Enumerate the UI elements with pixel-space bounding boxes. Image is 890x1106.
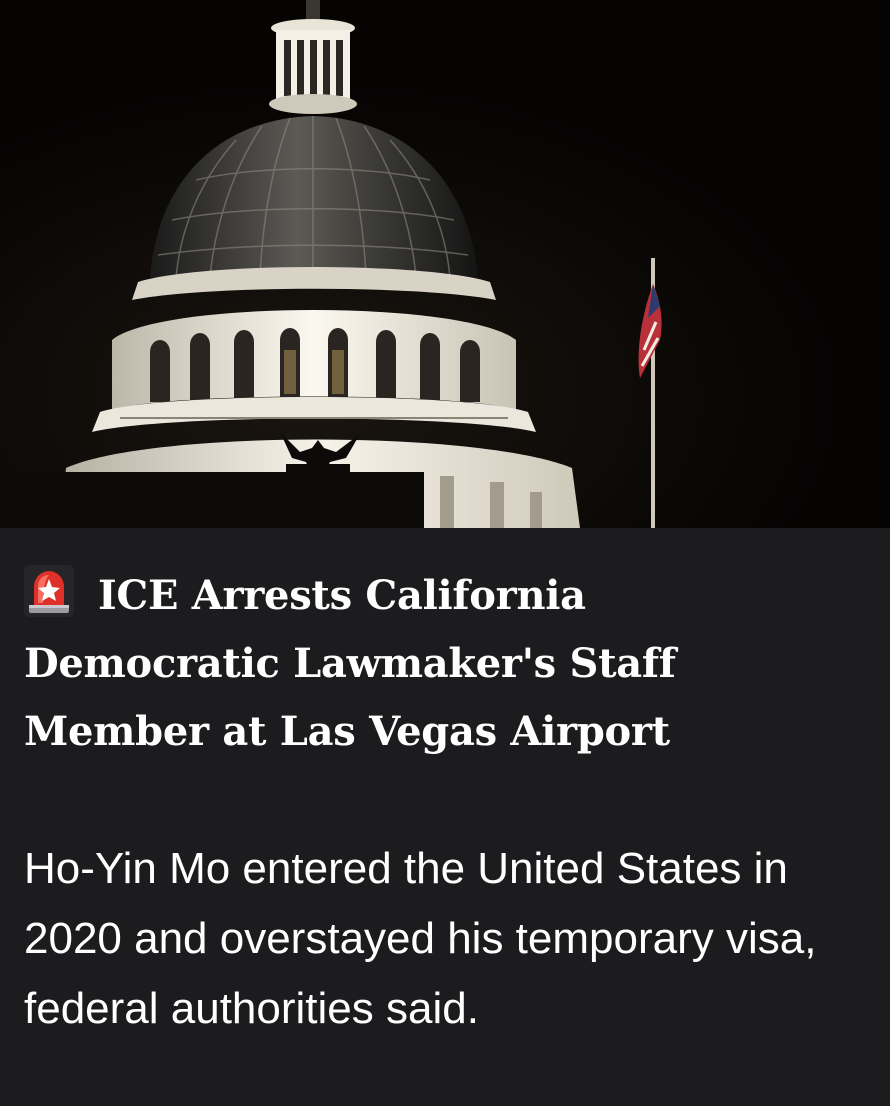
article-summary: Ho-Yin Mo entered the United States in 2… (24, 844, 817, 1033)
capitol-dome-photo (0, 0, 890, 528)
article-text: ICE Arrests California Democratic Lawmak… (0, 528, 890, 1106)
police-light-icon (24, 565, 74, 617)
article-hero-image[interactable] (0, 0, 890, 528)
drum (92, 310, 536, 432)
article-headline[interactable]: ICE Arrests California Democratic Lawmak… (24, 562, 854, 766)
news-card[interactable]: ICE Arrests California Democratic Lawmak… (0, 0, 890, 1106)
headline-text: ICE Arrests California Democratic Lawmak… (24, 572, 676, 755)
